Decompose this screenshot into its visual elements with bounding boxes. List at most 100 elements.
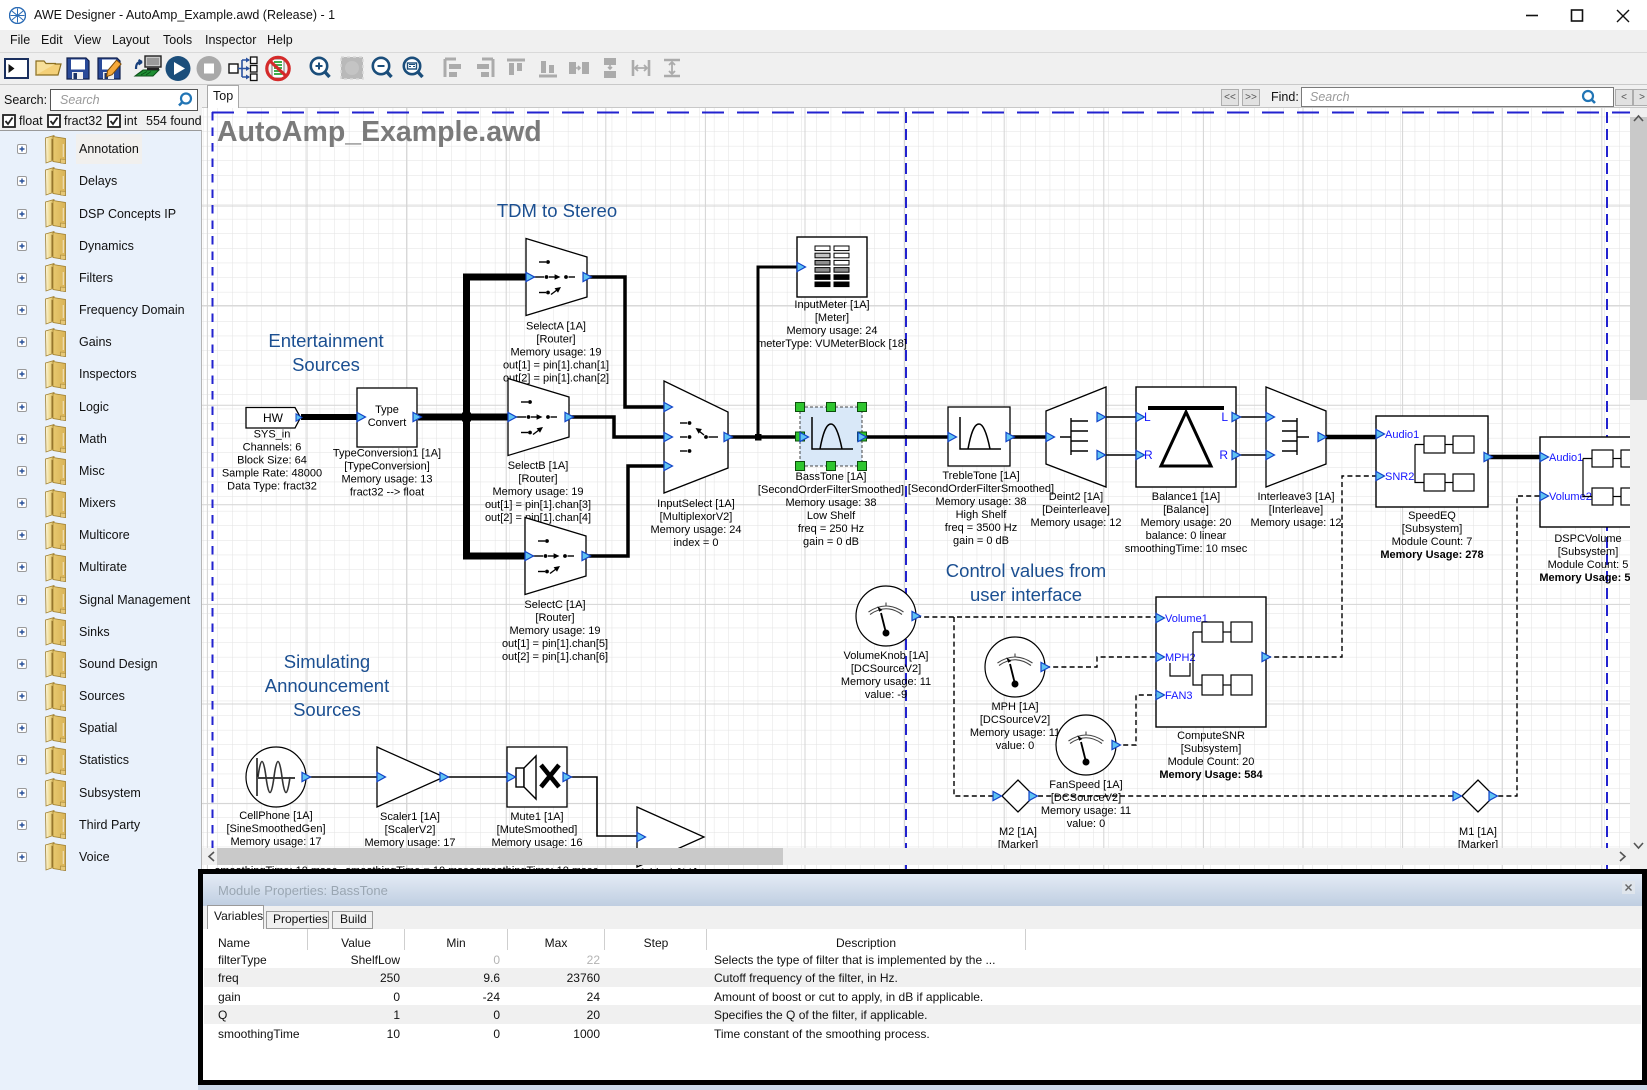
svg-text:CellPhone [1A]: CellPhone [1A] <box>239 810 312 822</box>
svg-text:out[1] = pin[1].chan[3]: out[1] = pin[1].chan[3] <box>485 499 591 511</box>
svg-text:High Shelf: High Shelf <box>956 509 1008 521</box>
svg-text:MPH2: MPH2 <box>1165 652 1196 664</box>
svg-text:fract32 --> float: fract32 --> float <box>350 487 424 499</box>
svg-text:Audio1: Audio1 <box>1549 452 1583 464</box>
svg-text:Mute1 [1A]: Mute1 [1A] <box>510 811 563 823</box>
svg-text:InputMeter [1A]: InputMeter [1A] <box>794 299 869 311</box>
svg-text:[DCSourceV2]: [DCSourceV2] <box>1051 792 1121 804</box>
svg-text:Low Shelf: Low Shelf <box>807 510 856 522</box>
svg-text:TDM to Stereo: TDM to Stereo <box>497 200 617 221</box>
svg-text:InputSelect [1A]: InputSelect [1A] <box>657 498 735 510</box>
svg-text:Entertainment: Entertainment <box>268 330 383 351</box>
svg-text:Block Size: 64: Block Size: 64 <box>237 455 307 467</box>
svg-text:AutoAmp_Example.awd: AutoAmp_Example.awd <box>217 116 542 148</box>
svg-text:Memory usage: 38: Memory usage: 38 <box>785 497 876 509</box>
svg-text:Memory usage: 16: Memory usage: 16 <box>491 837 582 849</box>
svg-text:SelectA [1A]: SelectA [1A] <box>526 321 586 333</box>
svg-text:out[1] = pin[1].chan[1]: out[1] = pin[1].chan[1] <box>503 360 609 372</box>
svg-text:user interface: user interface <box>970 584 1082 605</box>
svg-text:[TypeConversion]: [TypeConversion] <box>344 461 430 473</box>
svg-text:DSPCVolume: DSPCVolume <box>1554 533 1621 545</box>
svg-text:[Router]: [Router] <box>518 473 557 485</box>
svg-text:SelectC [1A]: SelectC [1A] <box>524 599 585 611</box>
svg-text:balance: 0 linear: balance: 0 linear <box>1146 530 1227 542</box>
svg-text:SYS_in: SYS_in <box>254 429 291 441</box>
svg-text:Memory usage: 19: Memory usage: 19 <box>492 486 583 498</box>
svg-text:Memory usage: 13: Memory usage: 13 <box>341 474 432 486</box>
svg-text:gain = 0 dB: gain = 0 dB <box>803 536 859 548</box>
svg-text:Module Count: 7: Module Count: 7 <box>1392 536 1473 548</box>
svg-text:Control values from: Control values from <box>946 560 1106 581</box>
svg-text:Announcement: Announcement <box>265 675 389 696</box>
svg-text:SNR2: SNR2 <box>1385 471 1414 483</box>
svg-text:Type: Type <box>375 404 399 416</box>
svg-text:Interleave3 [1A]: Interleave3 [1A] <box>1257 491 1334 503</box>
svg-text:MPH [1A]: MPH [1A] <box>991 701 1038 713</box>
svg-text:[Router]: [Router] <box>535 612 574 624</box>
svg-text:[MultiplexorV2]: [MultiplexorV2] <box>660 511 733 523</box>
svg-text:Simulating: Simulating <box>284 651 370 672</box>
svg-text:[Deinterleave]: [Deinterleave] <box>1042 504 1110 516</box>
svg-text:[Subsystem]: [Subsystem] <box>1558 546 1619 558</box>
svg-text:[SecondOrderFilterSmoothed]: [SecondOrderFilterSmoothed] <box>908 483 1054 495</box>
svg-text:value: -9: value: -9 <box>865 689 907 701</box>
svg-text:Memory usage: 24: Memory usage: 24 <box>786 325 877 337</box>
svg-text:[DCSourceV2]: [DCSourceV2] <box>851 663 921 675</box>
svg-text:BassTone [1A]: BassTone [1A] <box>796 471 867 483</box>
svg-text:FAN3: FAN3 <box>1165 690 1193 702</box>
svg-text:smoothingTime: 10 msec: smoothingTime: 10 msec <box>1125 543 1248 555</box>
svg-text:[Subsystem]: [Subsystem] <box>1181 743 1242 755</box>
svg-text:Volume1: Volume1 <box>1165 613 1208 625</box>
svg-text:Sources: Sources <box>293 699 361 720</box>
svg-text:[ScalerV2]: [ScalerV2] <box>385 824 436 836</box>
svg-text:[Subsystem]: [Subsystem] <box>1402 523 1463 535</box>
svg-text:Memory usage: 12: Memory usage: 12 <box>1250 517 1341 529</box>
svg-text:VolumeKnob [1A]: VolumeKnob [1A] <box>843 650 928 662</box>
svg-text:[SecondOrderFilterSmoothed]: [SecondOrderFilterSmoothed] <box>758 484 904 496</box>
svg-text:R: R <box>1219 448 1228 462</box>
svg-text:Memory usage: 20: Memory usage: 20 <box>1140 517 1231 529</box>
svg-text:[DCSourceV2]: [DCSourceV2] <box>980 714 1050 726</box>
svg-text:Memory usage: 19: Memory usage: 19 <box>510 347 601 359</box>
svg-text:index = 0: index = 0 <box>674 537 719 549</box>
svg-text:Memory Usage: 58: Memory Usage: 58 <box>1539 572 1630 584</box>
svg-text:Sample Rate: 48000: Sample Rate: 48000 <box>222 468 322 480</box>
svg-text:Data Type: fract32: Data Type: fract32 <box>227 481 317 493</box>
svg-text:freq = 250 Hz: freq = 250 Hz <box>798 523 864 535</box>
svg-text:[Balance]: [Balance] <box>1163 504 1209 516</box>
svg-text:Memory usage: 11: Memory usage: 11 <box>970 727 1060 739</box>
svg-text:Convert: Convert <box>368 417 407 429</box>
svg-text:TypeConversion1 [1A]: TypeConversion1 [1A] <box>333 448 441 460</box>
svg-text:SpeedEQ: SpeedEQ <box>1408 510 1456 522</box>
svg-text:Memory usage: 17: Memory usage: 17 <box>230 836 321 848</box>
svg-text:L: L <box>1221 410 1228 424</box>
svg-text:[SineSmoothedGen]: [SineSmoothedGen] <box>226 823 325 835</box>
svg-text:out[1] = pin[1].chan[5]: out[1] = pin[1].chan[5] <box>502 638 608 650</box>
svg-text:Memory usage: 17: Memory usage: 17 <box>364 837 455 849</box>
svg-text:Audio1: Audio1 <box>1385 429 1419 441</box>
svg-text:[MuteSmoothed]: [MuteSmoothed] <box>497 824 578 836</box>
svg-text:SelectB [1A]: SelectB [1A] <box>508 460 569 472</box>
svg-text:value: 0: value: 0 <box>1067 818 1106 830</box>
svg-text:[Meter]: [Meter] <box>815 312 849 324</box>
svg-text:Memory usage: 38: Memory usage: 38 <box>935 496 1026 508</box>
svg-text:FanSpeed [1A]: FanSpeed [1A] <box>1049 779 1122 791</box>
svg-text:ComputeSNR: ComputeSNR <box>1177 730 1245 742</box>
svg-text:TrebleTone [1A]: TrebleTone [1A] <box>942 470 1019 482</box>
svg-text:out[2] = pin[1].chan[6]: out[2] = pin[1].chan[6] <box>502 651 608 663</box>
svg-text:Memory usage: 12: Memory usage: 12 <box>1030 517 1121 529</box>
svg-text:Balance1 [1A]: Balance1 [1A] <box>1152 491 1221 503</box>
svg-text:meterType: VUMeterBlock [18]: meterType: VUMeterBlock [18] <box>757 338 907 350</box>
svg-text:Scaler1 [1A]: Scaler1 [1A] <box>380 811 440 823</box>
svg-text:[Interleave]: [Interleave] <box>1269 504 1323 516</box>
svg-text:value: 0: value: 0 <box>996 740 1035 752</box>
svg-text:Memory usage: 19: Memory usage: 19 <box>509 625 600 637</box>
svg-text:M1 [1A]: M1 [1A] <box>1459 826 1497 838</box>
svg-text:Module Count: 5: Module Count: 5 <box>1548 559 1629 571</box>
svg-text:[Router]: [Router] <box>536 334 575 346</box>
svg-text:Memory usage: 11: Memory usage: 11 <box>1041 805 1131 817</box>
svg-text:Memory Usage: 278: Memory Usage: 278 <box>1380 549 1483 561</box>
svg-text:Sources: Sources <box>292 354 360 375</box>
svg-text:Deint2 [1A]: Deint2 [1A] <box>1049 491 1103 503</box>
svg-text:Memory Usage: 584: Memory Usage: 584 <box>1159 769 1263 781</box>
